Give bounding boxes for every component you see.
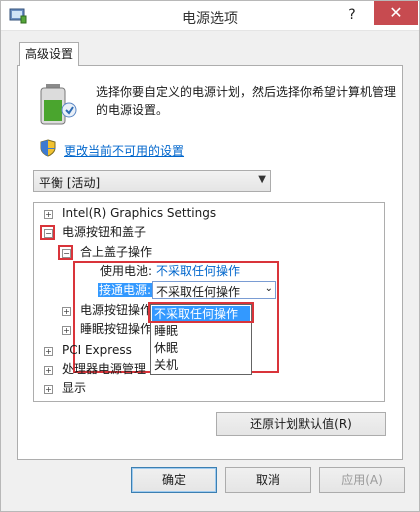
collapse-icon[interactable]: − [62, 249, 71, 258]
battery-icon [40, 84, 77, 125]
on-battery-label: 使用电池: [100, 264, 153, 278]
expand-icon[interactable]: + [62, 307, 71, 316]
tree-item-power-buttons-lid[interactable]: 电源按钮和盖子 [62, 224, 146, 241]
tree-item-intel-graphics[interactable]: Intel(R) Graphics Settings [62, 205, 216, 222]
tree-item-power-button-action[interactable]: 电源按钮操作 [80, 302, 152, 319]
power-plan-select[interactable]: 平衡 [活动] ▼ [33, 170, 271, 192]
expand-icon[interactable]: + [44, 366, 53, 375]
tab-advanced-settings[interactable]: 高级设置 [19, 42, 79, 66]
dropdown-option[interactable]: 睡眠 [152, 323, 250, 339]
tree-item-processor-power[interactable]: 处理器电源管理 [62, 361, 146, 378]
tree-item-display[interactable]: 显示 [62, 380, 86, 397]
advanced-settings-panel: 选择你要自定义的电源计划，然后选择你希望计算机管理的电源设置。 更改当前不可用的… [17, 65, 403, 460]
highlight-box [148, 302, 254, 323]
plugged-in-value: 不采取任何操作 [156, 285, 241, 299]
help-button[interactable]: ? [332, 2, 372, 28]
collapse-icon[interactable]: − [44, 229, 53, 238]
close-button[interactable]: ✕ [374, 1, 418, 25]
dropdown-option[interactable]: 关机 [152, 357, 250, 373]
expand-icon[interactable]: + [44, 210, 53, 219]
apply-button[interactable]: 应用(A) [319, 467, 405, 493]
title-bar[interactable]: 电源选项 ? ✕ [1, 1, 419, 31]
expand-icon[interactable]: + [62, 326, 71, 335]
tree-item-lid-close-action[interactable]: 合上盖子操作 [80, 244, 152, 261]
tree-item-sleep-button-action[interactable]: 睡眠按钮操作 [80, 321, 152, 338]
chevron-down-icon: ▼ [258, 174, 266, 185]
plugged-in-label-text: 接通电源: [98, 283, 153, 297]
cancel-button[interactable]: 取消 [225, 467, 311, 493]
dropdown-option[interactable]: 休眠 [152, 340, 250, 356]
chevron-down-icon: ⌄ [264, 283, 273, 294]
on-battery-value[interactable]: 不采取任何操作 [156, 263, 240, 280]
power-plan-value: 平衡 [活动] [39, 176, 101, 190]
plugged-in-label: 接通电源: [98, 282, 153, 299]
plugged-in-combo[interactable]: 不采取任何操作 ⌄ [152, 281, 276, 299]
expand-icon[interactable]: + [44, 347, 53, 356]
tree-scrollbar[interactable]: ▲ ▼ [384, 203, 385, 401]
description-text: 选择你要自定义的电源计划，然后选择你希望计算机管理的电源设置。 [96, 85, 397, 117]
restore-defaults-button[interactable]: 还原计划默认值(R) [216, 412, 386, 436]
expand-icon[interactable]: + [44, 385, 53, 394]
change-unavailable-settings-link[interactable]: 更改当前不可用的设置 [64, 142, 184, 159]
power-options-window: 电源选项 ? ✕ 高级设置 选择你要自定义的电源计划，然后选择你希望计算机管理的… [0, 0, 420, 512]
ok-button[interactable]: 确定 [131, 467, 217, 493]
tree-item-pci-express[interactable]: PCI Express [62, 342, 132, 359]
uac-shield-icon [40, 139, 56, 157]
